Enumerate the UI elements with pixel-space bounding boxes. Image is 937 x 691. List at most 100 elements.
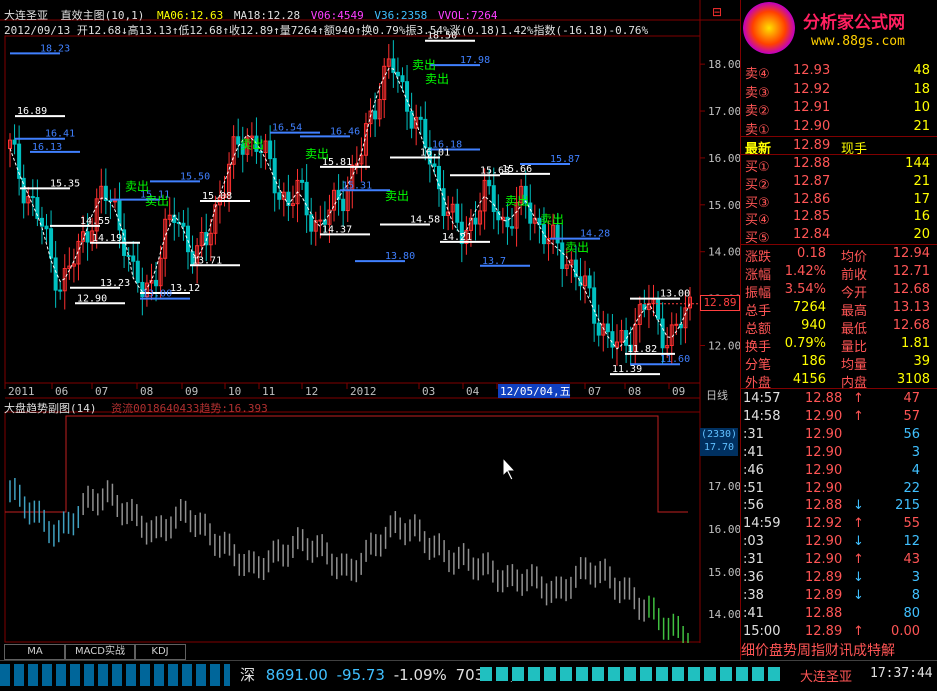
tick-direction: ↑: [853, 516, 864, 532]
date-axis-label: 2011: [8, 385, 35, 398]
date-axis-label: 08: [140, 385, 153, 398]
sell-signal-label: 卖出: [412, 58, 436, 72]
sell-signal-label: 卖出: [540, 213, 564, 227]
tick-volume: 57: [903, 408, 920, 424]
status-right-bars: [480, 667, 780, 681]
buy-price: 12.84: [793, 227, 831, 243]
stat-row: 外盘 4156 内盘 3108: [741, 371, 936, 391]
buy-price: 12.86: [793, 191, 831, 207]
tick-time: :31: [743, 426, 764, 442]
candle-body: [405, 81, 410, 112]
stat-value-2: 12.68: [892, 282, 930, 297]
price-level-label: 16.46: [330, 126, 360, 137]
price-level-label: 15.08: [202, 191, 232, 202]
tab-kdj[interactable]: KDJ: [134, 644, 186, 660]
candle-body: [272, 158, 277, 194]
sell-volume: 10: [913, 100, 930, 115]
tick-price: 12.88: [805, 605, 843, 621]
price-level-label: 12.90: [77, 293, 107, 304]
status-bar: 深 8691.00 -95.73 -1.09% 703.55亿 大连圣亚 17:…: [0, 660, 937, 691]
quote-panel: 分析家公式网 www.88gs.com 最新 12.89 现手 细价盘势周指财讯…: [740, 0, 937, 660]
tick-price: 12.88: [805, 498, 843, 514]
candle-body: [528, 202, 533, 224]
candle-body: [135, 260, 140, 283]
price-axis-label: 17.00: [708, 105, 740, 118]
minimize-icon[interactable]: ⊟: [712, 5, 736, 19]
sub-frame: [4, 411, 701, 643]
stat-value-2: 39: [913, 354, 930, 369]
date-axis-label: 10: [228, 385, 241, 398]
sub-text: 资流0018640433趋势:16.393: [111, 402, 268, 415]
buy-price: 12.88: [793, 156, 831, 171]
sub-axis-label: 16.00: [708, 523, 740, 536]
tick-time: 14:58: [743, 408, 781, 424]
stat-value-2: 12.71: [892, 264, 930, 279]
tick-time: :31: [743, 552, 764, 568]
price-level-label: 16.89: [17, 106, 47, 117]
tick-price: 12.90: [805, 534, 843, 550]
sub-axis-label: 15.00: [708, 566, 740, 579]
v36-label: V36:2358: [374, 9, 428, 22]
candle-body: [131, 255, 136, 262]
sub-tag-2: 17.70: [703, 442, 735, 453]
tick-row: :46 12.90 4: [741, 462, 936, 480]
candle-body: [53, 257, 58, 291]
price-level-label: 16.54: [272, 123, 302, 134]
buy-row: 买① 12.88 144: [741, 155, 936, 175]
tick-row: :51 12.90 22: [741, 480, 936, 498]
buy-label: 买⑤: [745, 231, 770, 247]
price-level-label: 16.41: [45, 129, 75, 140]
stat-row: 涨跌 0.18 均价 12.94: [741, 245, 936, 265]
bottom-right-menu[interactable]: 细价盘势周指财讯成特解: [741, 640, 937, 660]
price-level-label: 13.71: [192, 255, 222, 266]
price-level-label: 16.01: [420, 147, 450, 158]
stat-row: 换手 0.79% 量比 1.81: [741, 335, 936, 355]
stat-row: 总手 7264 最高 13.13: [741, 299, 936, 319]
candle-body: [85, 231, 90, 243]
price-level-label: 15.66: [502, 164, 532, 175]
stat-row: 分笔 186 均量 39: [741, 353, 936, 373]
tab-ma[interactable]: MA: [4, 644, 66, 660]
chart-area[interactable]: 18.00 17.00 16.00 15.00 14.00 13.00 12.00 17.00…: [0, 0, 740, 660]
tick-direction: ↓: [853, 534, 864, 550]
candle-body: [592, 287, 597, 324]
tick-direction: ↓: [853, 587, 864, 603]
stat-value-2: 3108: [896, 372, 930, 387]
date-axis-label: 06: [55, 385, 68, 398]
tick-price: 12.90: [805, 552, 843, 568]
flower-logo-icon: [743, 2, 795, 54]
logo-url: www.88gs.com: [811, 34, 905, 49]
price-level-label: 13.7: [482, 256, 506, 267]
stat-label: 外盘: [745, 376, 772, 391]
tab-macd[interactable]: MACD实战: [64, 644, 136, 660]
date-axis-label: 12: [305, 385, 318, 398]
status-time: 17:37:44: [870, 666, 933, 681]
stat-value: 3.54%: [784, 282, 826, 297]
tick-time: :36: [743, 570, 764, 585]
stat-value-2: 13.13: [892, 300, 930, 315]
date-axis-label: 07: [588, 385, 601, 398]
sell-label: 卖①: [745, 122, 770, 138]
kline-svg[interactable]: 18.00 17.00 16.00 15.00 14.00 13.00 12.00 17.00…: [0, 0, 740, 660]
sell-signal-label: 卖出: [425, 72, 449, 86]
tick-price: 12.88: [805, 391, 843, 406]
tick-row: :36 12.89 ↓ 3: [741, 569, 936, 587]
price-level-label: 14.21: [442, 232, 472, 243]
ma06-label: MA06:12.63: [157, 9, 224, 22]
tick-price: 12.89: [805, 623, 843, 639]
candle-body: [277, 192, 282, 200]
price-level-label: 13.80: [385, 251, 415, 262]
bottom-right-label[interactable]: 细价盘势周指财讯成特解: [741, 643, 895, 659]
period-label[interactable]: 日线: [706, 387, 728, 403]
candle-body: [44, 225, 49, 230]
sell-price: 12.91: [793, 100, 831, 115]
tick-price: 12.89: [805, 587, 843, 603]
tick-row: :03 12.90 ↓ 12: [741, 533, 936, 551]
ma-dashed-line: [9, 67, 691, 350]
tick-row: :38 12.89 ↓ 8: [741, 587, 936, 605]
tick-row: :56 12.88 ↓ 215: [741, 497, 936, 515]
tick-direction: ↓: [853, 570, 864, 585]
logo-text: 分析家公式网: [803, 13, 905, 33]
market-name: 深: [240, 666, 256, 684]
buy-row: 买② 12.87 21: [741, 173, 936, 193]
